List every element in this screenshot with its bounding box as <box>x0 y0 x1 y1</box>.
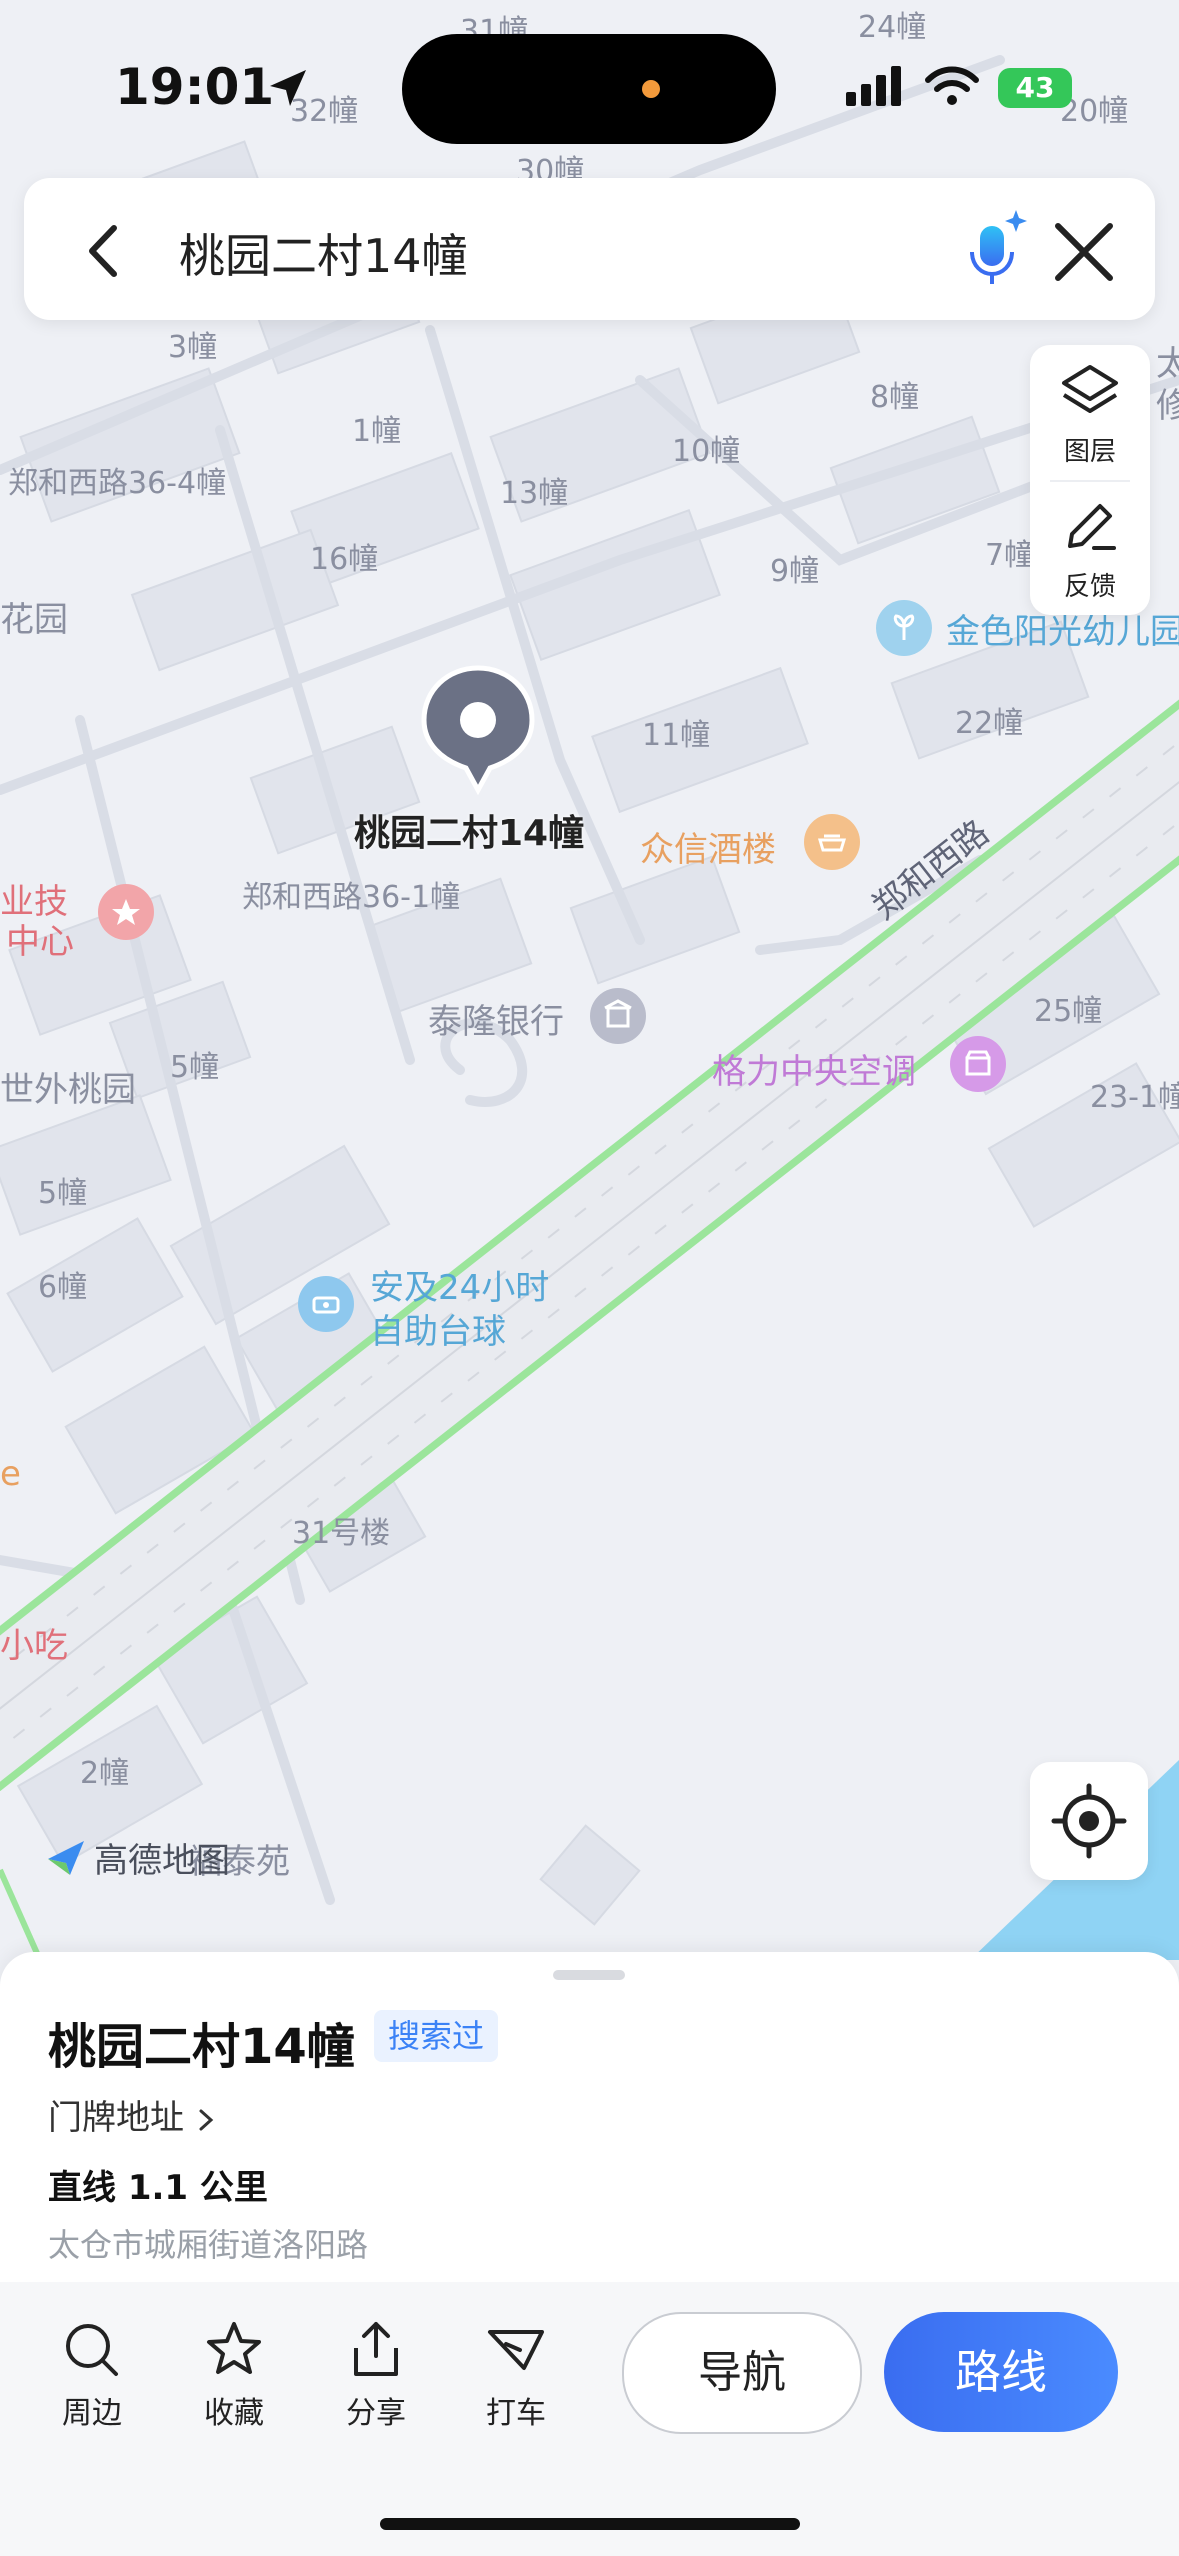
store-poi-icon[interactable] <box>950 1036 1006 1092</box>
store-poi-label[interactable]: 格力中央空调 <box>712 1044 916 1093</box>
amap-logo-text: 高德地图 <box>94 1840 230 1881</box>
wifi-icon <box>925 66 979 105</box>
restaurant-poi-icon[interactable] <box>804 814 860 870</box>
map-building-label: 23-1幢 <box>1090 1080 1179 1115</box>
map-building-label: 3幢 <box>168 330 218 365</box>
share-label: 分享 <box>346 2396 406 2431</box>
map-building-label: 22幢 <box>955 706 1024 741</box>
address-text: 太仓市城厢街道洛阳路 <box>48 2226 369 2264</box>
map-building-label: 11幢 <box>642 718 711 753</box>
map-building-label: 郑和西路36-4幢 <box>8 466 227 501</box>
privacy-indicator-dot <box>642 80 660 98</box>
layers-label: 图层 <box>1063 437 1116 467</box>
place-detail-sheet[interactable]: 桃园二村14幢 搜索过 门牌地址 直线 1.1 公里 太仓市城厢街道洛阳路 周边… <box>0 1952 1179 2556</box>
battery-indicator: 43 <box>998 68 1072 108</box>
map-edge-label: 小吃 <box>0 1626 68 1666</box>
map-edge-label: e <box>0 1454 21 1494</box>
layers-icon <box>1062 365 1118 413</box>
search-query-text[interactable]: 桃园二村14幢 <box>179 220 468 286</box>
billiards-poi-icon[interactable] <box>298 1276 354 1332</box>
map-edge-label: 中心 <box>6 922 74 962</box>
amap-logo-icon <box>48 1841 84 1875</box>
battery-level: 43 <box>1015 71 1055 104</box>
distance-text: 直线 1.1 公里 <box>48 2168 268 2208</box>
map-edge-label: 世外桃园 <box>0 1070 136 1110</box>
address-link-label: 门牌地址 <box>48 2098 184 2138</box>
dynamic-island <box>402 34 776 144</box>
favorite-label: 收藏 <box>204 2396 264 2431</box>
map-building-label: 1幢 <box>352 414 402 449</box>
map-side-controls: 图层 反馈 <box>1030 345 1150 615</box>
map-building-label: 10幢 <box>672 434 741 469</box>
map-building-label: 31号楼 <box>292 1516 391 1551</box>
taxi-button[interactable]: 打车 <box>456 2318 576 2432</box>
edit-pencil-icon <box>1068 504 1116 550</box>
locate-me-button[interactable] <box>1030 1762 1148 1880</box>
star-icon <box>207 2322 261 2374</box>
searched-badge: 搜索过 <box>374 2010 499 2062</box>
search-icon <box>66 2324 118 2376</box>
map-building-label: 9幢 <box>770 554 820 589</box>
route-button[interactable]: 路线 <box>884 2312 1118 2432</box>
feedback-button[interactable]: 反馈 <box>1030 480 1150 615</box>
cellular-signal-icon <box>846 66 901 106</box>
map-building-label: 16幢 <box>310 542 379 577</box>
map-building-label: 5幢 <box>38 1176 88 1211</box>
status-time: 19:01 <box>115 58 275 116</box>
billiards-poi-label-line2[interactable]: 自助台球 <box>370 1304 506 1353</box>
map-building-label: 5幢 <box>170 1050 220 1085</box>
address-link[interactable]: 门牌地址 <box>48 2090 219 2139</box>
share-button[interactable]: 分享 <box>316 2318 436 2432</box>
map-building-label: 2幢 <box>80 1756 130 1791</box>
action-toolbar: 周边 收藏 分享 打车 导航 路线 <box>0 2282 1179 2556</box>
voice-search-icon[interactable] <box>944 200 1044 300</box>
map-building-label: 郑和西路36-1幢 <box>242 880 461 915</box>
crosshair-icon <box>1051 1783 1127 1859</box>
star-poi-icon[interactable] <box>98 884 154 940</box>
favorite-button[interactable]: 收藏 <box>174 2318 294 2432</box>
sheet-drag-handle[interactable] <box>553 1970 625 1980</box>
feedback-label: 反馈 <box>1063 572 1116 602</box>
status-bar: 19:01 43 <box>0 0 1179 170</box>
layers-button[interactable]: 图层 <box>1030 345 1150 480</box>
amap-logo: 高德地图 <box>44 1832 230 1882</box>
restaurant-poi-label[interactable]: 众信酒楼 <box>640 822 776 871</box>
taxi-icon <box>488 2330 544 2370</box>
taxi-label: 打车 <box>486 2396 546 2431</box>
map-edge-label: 花园 <box>0 600 68 640</box>
chevron-right-icon <box>199 2109 214 2130</box>
back-arrow-icon[interactable] <box>70 216 140 286</box>
share-icon <box>354 2322 398 2376</box>
close-icon[interactable] <box>1044 212 1124 292</box>
bank-poi-label[interactable]: 泰隆银行 <box>428 994 564 1043</box>
map-building-label: 7幢 <box>985 538 1035 573</box>
billiards-poi-label-line1[interactable]: 安及24小时 <box>370 1260 549 1309</box>
place-title: 桃园二村14幢 <box>48 2019 355 2075</box>
pin-icon <box>421 665 535 796</box>
map-building-label: 13幢 <box>500 476 569 511</box>
search-bar[interactable]: 桃园二村14幢 <box>24 178 1155 320</box>
map-building-label: 6幢 <box>38 1270 88 1305</box>
kindergarten-poi-icon[interactable] <box>876 600 932 656</box>
selected-pin-label: 桃园二村14幢 <box>354 813 585 854</box>
nearby-button[interactable]: 周边 <box>32 2318 152 2432</box>
location-arrow-icon <box>270 70 306 106</box>
map-edge-label: 修 <box>1156 386 1179 426</box>
nearby-label: 周边 <box>62 2396 122 2431</box>
navigate-button[interactable]: 导航 <box>622 2312 862 2434</box>
map-building-label: 25幢 <box>1034 994 1103 1029</box>
home-indicator[interactable] <box>380 2518 800 2530</box>
map-building-label: 8幢 <box>870 380 920 415</box>
bank-poi-icon[interactable] <box>590 988 646 1044</box>
selected-location-pin[interactable] <box>420 664 536 796</box>
